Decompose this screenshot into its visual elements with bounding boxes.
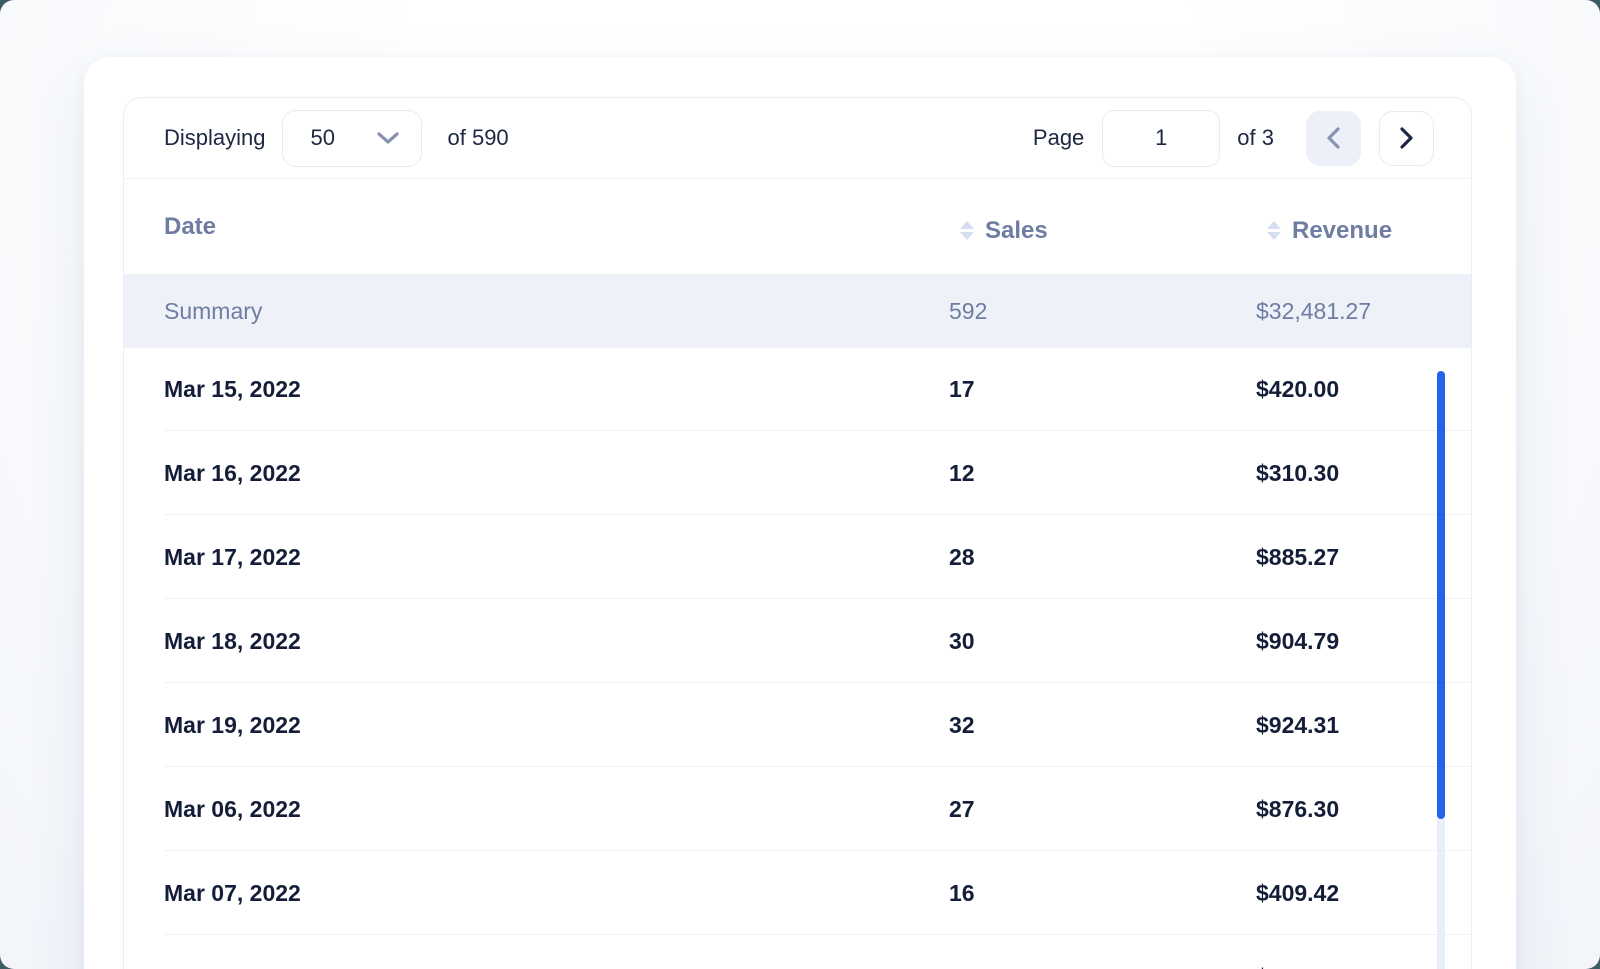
sales-cell: 28: [949, 544, 1256, 571]
summary-label: Summary: [164, 298, 949, 325]
sales-cell: 30: [949, 628, 1256, 655]
table-row: Mar 16, 2022 12 $310.30: [124, 432, 1471, 515]
sales-header-label: Sales: [985, 217, 1048, 245]
sort-arrows-icon: [1267, 221, 1281, 240]
sort-arrows-icon: [960, 221, 974, 240]
table-row: Mar 15, 2022 17 $420.00: [124, 348, 1471, 431]
date-cell: Mar 08, 2022: [164, 964, 949, 969]
chevron-right-icon: [1399, 127, 1414, 149]
display-controls: Displaying 50 of 590: [164, 110, 509, 167]
data-table-panel: Displaying 50 of 590 Page of 3: [123, 97, 1472, 969]
sales-cell: 16: [949, 880, 1256, 907]
scrollbar-thumb[interactable]: [1437, 371, 1445, 819]
page-label: Page: [1033, 125, 1084, 151]
table-row: Mar 18, 2022 30 $904.79: [124, 600, 1471, 683]
sales-cell: 17: [949, 376, 1256, 403]
next-page-button[interactable]: [1379, 111, 1434, 166]
sales-cell: 27: [949, 796, 1256, 823]
page-size-select[interactable]: 50: [282, 110, 422, 167]
summary-sales-value: 592: [949, 298, 1256, 325]
summary-row: Summary 592 $32,481.27: [124, 274, 1471, 348]
sales-cell: 12: [949, 460, 1256, 487]
table-row: Mar 19, 2022 32 $924.31: [124, 684, 1471, 767]
content-card: Displaying 50 of 590 Page of 3: [84, 57, 1516, 969]
column-header-revenue: Revenue: [1256, 208, 1471, 245]
table-row: Mar 17, 2022 28 $885.27: [124, 516, 1471, 599]
column-header-date: Date: [164, 213, 949, 241]
date-cell: Mar 19, 2022: [164, 712, 949, 739]
table-row: Mar 07, 2022 16 $409.42: [124, 852, 1471, 935]
date-cell: Mar 06, 2022: [164, 796, 949, 823]
pagination-controls: Page of 3: [1033, 110, 1434, 167]
displaying-label: Displaying: [164, 125, 266, 151]
previous-page-button[interactable]: [1306, 111, 1361, 166]
table-row: Mar 06, 2022 27 $876.30: [124, 768, 1471, 851]
column-header-sales: Sales: [949, 208, 1256, 245]
sales-sort-control[interactable]: Sales: [960, 217, 1048, 245]
date-cell: Mar 17, 2022: [164, 544, 949, 571]
chevron-left-icon: [1326, 127, 1341, 149]
table-body: Mar 15, 2022 17 $420.00 Mar 16, 2022 12 …: [124, 348, 1471, 969]
table-toolbar: Displaying 50 of 590 Page of 3: [124, 98, 1471, 179]
sales-cell: 9: [949, 964, 1256, 969]
revenue-header-label: Revenue: [1292, 217, 1392, 245]
summary-revenue-value: $32,481.27: [1256, 298, 1471, 325]
date-cell: Mar 18, 2022: [164, 628, 949, 655]
total-pages-label: of 3: [1237, 125, 1274, 151]
date-cell: Mar 16, 2022: [164, 460, 949, 487]
table-header-row: Date Sales Revenue: [124, 179, 1471, 274]
table-row: Mar 08, 2022 9 $219.49: [124, 936, 1471, 969]
date-cell: Mar 07, 2022: [164, 880, 949, 907]
total-count-label: of 590: [448, 125, 509, 151]
revenue-sort-control[interactable]: Revenue: [1267, 217, 1392, 245]
chevron-down-icon: [377, 131, 399, 145]
page-size-value: 50: [311, 125, 335, 151]
date-header-label: Date: [164, 213, 216, 240]
page-background: Displaying 50 of 590 Page of 3: [0, 0, 1600, 969]
sales-cell: 32: [949, 712, 1256, 739]
date-cell: Mar 15, 2022: [164, 376, 949, 403]
page-number-input[interactable]: [1102, 110, 1220, 167]
